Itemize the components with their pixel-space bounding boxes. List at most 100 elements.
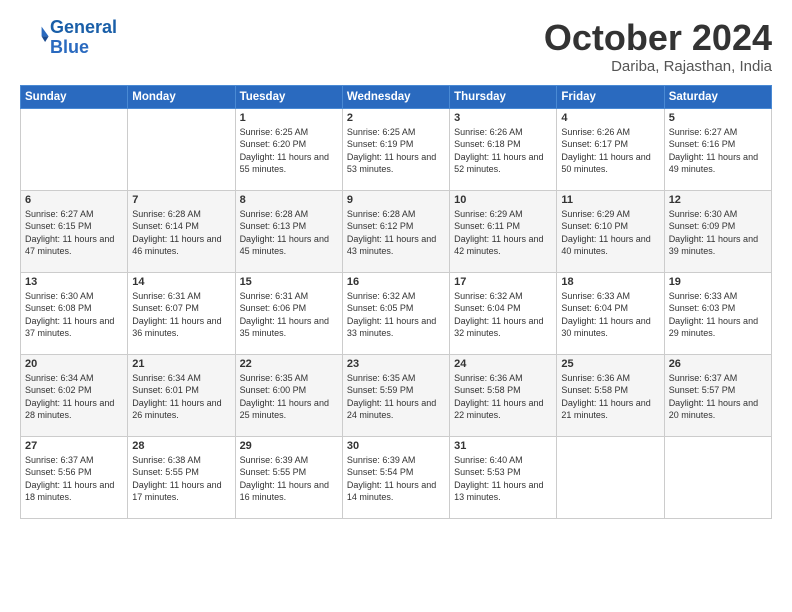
sunrise-text: Sunrise: 6:32 AM	[347, 291, 416, 301]
cell-info: Sunrise: 6:39 AM Sunset: 5:54 PM Dayligh…	[347, 454, 445, 504]
day-number: 28	[132, 440, 230, 452]
calendar-cell: 4 Sunrise: 6:26 AM Sunset: 6:17 PM Dayli…	[557, 108, 664, 190]
day-number: 13	[25, 276, 123, 288]
calendar-cell	[664, 436, 771, 518]
daylight-text: Daylight: 11 hours and 50 minutes.	[561, 152, 650, 175]
calendar-cell	[128, 108, 235, 190]
weekday-header: Sunday	[21, 85, 128, 108]
sunrise-text: Sunrise: 6:27 AM	[25, 209, 94, 219]
sunset-text: Sunset: 5:53 PM	[454, 467, 521, 477]
sunrise-text: Sunrise: 6:39 AM	[240, 455, 309, 465]
sunrise-text: Sunrise: 6:31 AM	[132, 291, 201, 301]
cell-info: Sunrise: 6:37 AM Sunset: 5:57 PM Dayligh…	[669, 372, 767, 422]
cell-info: Sunrise: 6:39 AM Sunset: 5:55 PM Dayligh…	[240, 454, 338, 504]
calendar-cell: 7 Sunrise: 6:28 AM Sunset: 6:14 PM Dayli…	[128, 190, 235, 272]
logo-icon	[22, 21, 50, 49]
header: General Blue October 2024 Dariba, Rajast…	[20, 18, 772, 75]
cell-info: Sunrise: 6:26 AM Sunset: 6:17 PM Dayligh…	[561, 126, 659, 176]
day-number: 9	[347, 194, 445, 206]
sunset-text: Sunset: 5:55 PM	[240, 467, 307, 477]
calendar-cell: 23 Sunrise: 6:35 AM Sunset: 5:59 PM Dayl…	[342, 354, 449, 436]
sunset-text: Sunset: 6:08 PM	[25, 303, 92, 313]
sunrise-text: Sunrise: 6:35 AM	[347, 373, 416, 383]
sunset-text: Sunset: 6:09 PM	[669, 221, 736, 231]
calendar-cell: 18 Sunrise: 6:33 AM Sunset: 6:04 PM Dayl…	[557, 272, 664, 354]
sunrise-text: Sunrise: 6:26 AM	[561, 127, 630, 137]
calendar-cell: 8 Sunrise: 6:28 AM Sunset: 6:13 PM Dayli…	[235, 190, 342, 272]
daylight-text: Daylight: 11 hours and 14 minutes.	[347, 480, 436, 503]
daylight-text: Daylight: 11 hours and 16 minutes.	[240, 480, 329, 503]
daylight-text: Daylight: 11 hours and 28 minutes.	[25, 398, 114, 421]
page: General Blue October 2024 Dariba, Rajast…	[0, 0, 792, 612]
sunrise-text: Sunrise: 6:36 AM	[561, 373, 630, 383]
daylight-text: Daylight: 11 hours and 32 minutes.	[454, 316, 543, 339]
daylight-text: Daylight: 11 hours and 47 minutes.	[25, 234, 114, 257]
calendar-cell: 14 Sunrise: 6:31 AM Sunset: 6:07 PM Dayl…	[128, 272, 235, 354]
day-number: 24	[454, 358, 552, 370]
calendar-cell: 9 Sunrise: 6:28 AM Sunset: 6:12 PM Dayli…	[342, 190, 449, 272]
calendar-cell: 20 Sunrise: 6:34 AM Sunset: 6:02 PM Dayl…	[21, 354, 128, 436]
daylight-text: Daylight: 11 hours and 55 minutes.	[240, 152, 329, 175]
day-number: 25	[561, 358, 659, 370]
sunset-text: Sunset: 6:00 PM	[240, 385, 307, 395]
day-number: 4	[561, 112, 659, 124]
weekday-header: Saturday	[664, 85, 771, 108]
sunrise-text: Sunrise: 6:27 AM	[669, 127, 738, 137]
cell-info: Sunrise: 6:40 AM Sunset: 5:53 PM Dayligh…	[454, 454, 552, 504]
sunset-text: Sunset: 5:54 PM	[347, 467, 414, 477]
cell-info: Sunrise: 6:27 AM Sunset: 6:16 PM Dayligh…	[669, 126, 767, 176]
calendar-week-row: 1 Sunrise: 6:25 AM Sunset: 6:20 PM Dayli…	[21, 108, 772, 190]
sunset-text: Sunset: 6:04 PM	[561, 303, 628, 313]
sunset-text: Sunset: 5:58 PM	[454, 385, 521, 395]
cell-info: Sunrise: 6:26 AM Sunset: 6:18 PM Dayligh…	[454, 126, 552, 176]
cell-info: Sunrise: 6:30 AM Sunset: 6:09 PM Dayligh…	[669, 208, 767, 258]
day-number: 3	[454, 112, 552, 124]
cell-info: Sunrise: 6:28 AM Sunset: 6:14 PM Dayligh…	[132, 208, 230, 258]
daylight-text: Daylight: 11 hours and 53 minutes.	[347, 152, 436, 175]
daylight-text: Daylight: 11 hours and 26 minutes.	[132, 398, 221, 421]
cell-info: Sunrise: 6:31 AM Sunset: 6:06 PM Dayligh…	[240, 290, 338, 340]
day-number: 19	[669, 276, 767, 288]
sunrise-text: Sunrise: 6:29 AM	[454, 209, 523, 219]
daylight-text: Daylight: 11 hours and 17 minutes.	[132, 480, 221, 503]
cell-info: Sunrise: 6:33 AM Sunset: 6:04 PM Dayligh…	[561, 290, 659, 340]
daylight-text: Daylight: 11 hours and 46 minutes.	[132, 234, 221, 257]
day-number: 30	[347, 440, 445, 452]
location: Dariba, Rajasthan, India	[544, 58, 772, 75]
sunset-text: Sunset: 6:19 PM	[347, 139, 414, 149]
day-number: 29	[240, 440, 338, 452]
cell-info: Sunrise: 6:37 AM Sunset: 5:56 PM Dayligh…	[25, 454, 123, 504]
sunset-text: Sunset: 6:03 PM	[669, 303, 736, 313]
calendar-cell: 13 Sunrise: 6:30 AM Sunset: 6:08 PM Dayl…	[21, 272, 128, 354]
header-row: SundayMondayTuesdayWednesdayThursdayFrid…	[21, 85, 772, 108]
sunset-text: Sunset: 5:57 PM	[669, 385, 736, 395]
cell-info: Sunrise: 6:25 AM Sunset: 6:20 PM Dayligh…	[240, 126, 338, 176]
day-number: 6	[25, 194, 123, 206]
cell-info: Sunrise: 6:36 AM Sunset: 5:58 PM Dayligh…	[454, 372, 552, 422]
calendar-cell: 6 Sunrise: 6:27 AM Sunset: 6:15 PM Dayli…	[21, 190, 128, 272]
day-number: 10	[454, 194, 552, 206]
sunrise-text: Sunrise: 6:30 AM	[669, 209, 738, 219]
day-number: 27	[25, 440, 123, 452]
day-number: 18	[561, 276, 659, 288]
logo: General Blue	[20, 18, 117, 58]
daylight-text: Daylight: 11 hours and 45 minutes.	[240, 234, 329, 257]
daylight-text: Daylight: 11 hours and 18 minutes.	[25, 480, 114, 503]
sunset-text: Sunset: 6:06 PM	[240, 303, 307, 313]
calendar-week-row: 13 Sunrise: 6:30 AM Sunset: 6:08 PM Dayl…	[21, 272, 772, 354]
daylight-text: Daylight: 11 hours and 20 minutes.	[669, 398, 758, 421]
sunset-text: Sunset: 6:07 PM	[132, 303, 199, 313]
cell-info: Sunrise: 6:28 AM Sunset: 6:12 PM Dayligh…	[347, 208, 445, 258]
cell-info: Sunrise: 6:29 AM Sunset: 6:10 PM Dayligh…	[561, 208, 659, 258]
weekday-header: Wednesday	[342, 85, 449, 108]
title-block: October 2024 Dariba, Rajasthan, India	[544, 18, 772, 75]
cell-info: Sunrise: 6:35 AM Sunset: 6:00 PM Dayligh…	[240, 372, 338, 422]
daylight-text: Daylight: 11 hours and 42 minutes.	[454, 234, 543, 257]
sunset-text: Sunset: 6:12 PM	[347, 221, 414, 231]
sunrise-text: Sunrise: 6:35 AM	[240, 373, 309, 383]
calendar-cell: 17 Sunrise: 6:32 AM Sunset: 6:04 PM Dayl…	[450, 272, 557, 354]
sunset-text: Sunset: 5:58 PM	[561, 385, 628, 395]
calendar-cell: 29 Sunrise: 6:39 AM Sunset: 5:55 PM Dayl…	[235, 436, 342, 518]
day-number: 12	[669, 194, 767, 206]
sunrise-text: Sunrise: 6:38 AM	[132, 455, 201, 465]
